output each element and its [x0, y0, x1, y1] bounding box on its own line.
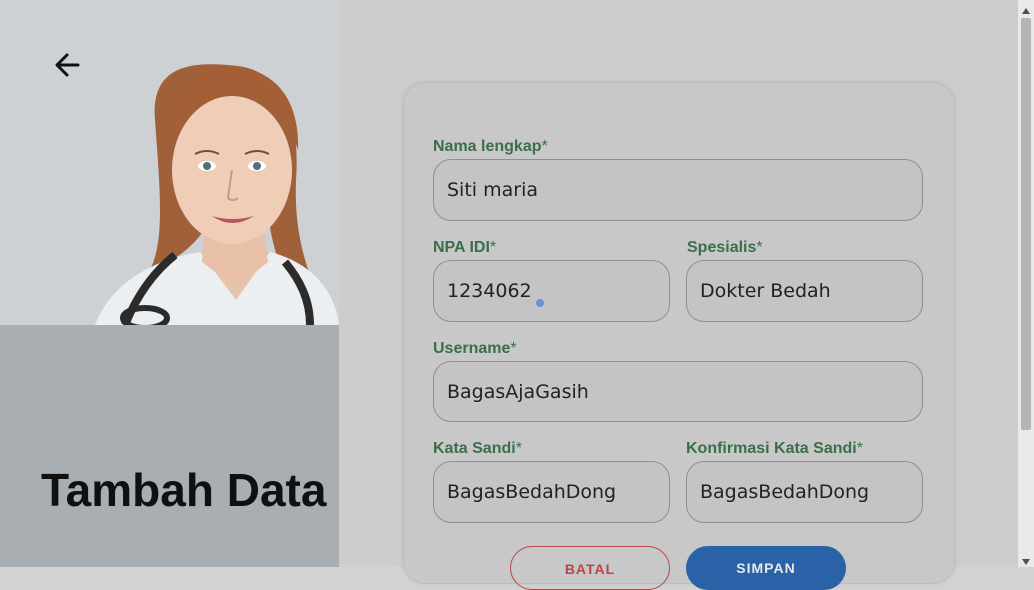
cancel-button[interactable]: BATAL — [510, 546, 670, 590]
scroll-down-button[interactable] — [1018, 551, 1034, 567]
required-mark: * — [756, 239, 763, 256]
scroll-up-button[interactable] — [1018, 0, 1034, 16]
username-input[interactable]: BagasAjaGasih — [433, 361, 923, 422]
konfirmasi-kata-sandi-label-text: Konfirmasi Kata Sandi — [686, 440, 857, 457]
required-mark: * — [510, 340, 517, 357]
kata-sandi-label-text: Kata Sandi — [433, 440, 516, 457]
spesialis-input[interactable]: Dokter Bedah — [686, 260, 923, 322]
username-label: Username* — [433, 340, 517, 358]
required-mark: * — [489, 239, 497, 256]
nama-lengkap-input[interactable]: Siti maria — [433, 159, 923, 221]
triangle-down-icon — [1022, 550, 1030, 569]
npa-idi-input[interactable]: 1234062 — [433, 260, 670, 322]
nama-lengkap-label: Nama lengkap* — [433, 138, 548, 156]
spesialis-label-text: Spesialis — [687, 239, 757, 256]
spesialis-label: Spesialis* — [687, 239, 763, 257]
left-panel: Tambah Data — [0, 0, 339, 567]
triangle-up-icon — [1022, 0, 1030, 18]
required-mark: * — [541, 138, 548, 155]
npa-idi-label-text: NPA IDI — [433, 239, 490, 256]
required-mark: * — [856, 440, 863, 457]
nama-lengkap-label-text: Nama lengkap — [433, 138, 542, 155]
required-mark: * — [515, 440, 522, 457]
save-button[interactable]: SIMPAN — [686, 546, 846, 590]
kata-sandi-label: Kata Sandi* — [433, 440, 522, 458]
arrow-left-icon — [52, 50, 82, 84]
konfirmasi-kata-sandi-input[interactable]: BagasBedahDong — [686, 461, 923, 523]
back-button[interactable] — [48, 48, 86, 86]
scrollbar[interactable] — [1018, 0, 1034, 567]
page-title: Tambah Data — [41, 464, 327, 516]
username-label-text: Username — [433, 340, 511, 357]
mouse-cursor-indicator — [536, 299, 544, 307]
npa-idi-label: NPA IDI* — [433, 239, 496, 257]
kata-sandi-input[interactable]: BagasBedahDong — [433, 461, 670, 523]
scrollbar-thumb[interactable] — [1021, 18, 1031, 430]
konfirmasi-kata-sandi-label: Konfirmasi Kata Sandi* — [686, 440, 863, 458]
